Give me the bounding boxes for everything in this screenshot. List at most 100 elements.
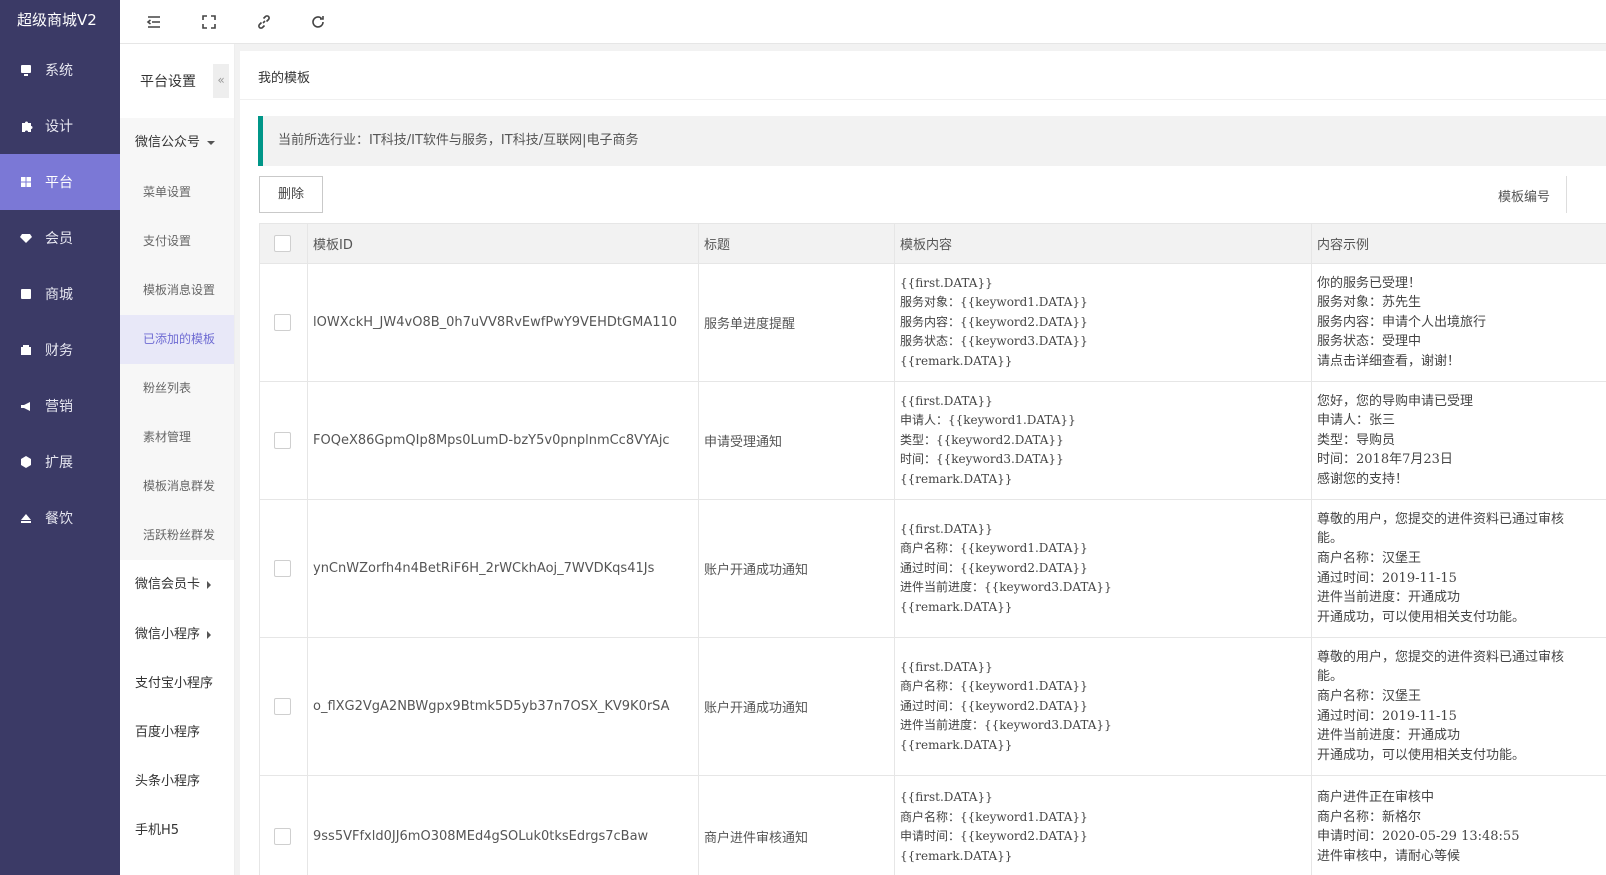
template-id-cell: FOQeX86GpmQIp8Mps0LumD-bzY5v0pnplnmCc8VY… [307, 381, 699, 500]
column-header: 模板ID [307, 223, 699, 264]
template-id-cell: ynCnWZorfh4n4BetRiF6H_2rWCkhAoj_7WVDKqs4… [307, 499, 699, 638]
template-example-cell-text: 尊敬的用户，您提交的进件资料已通过审核 能。 商户名称：汉堡王 通过时间：201… [1317, 649, 1565, 763]
row-checkbox[interactable] [274, 698, 291, 715]
sub-item-1[interactable]: 支付设置 [120, 217, 234, 266]
template-title-cell-text: 申请受理通知 [704, 435, 783, 450]
template-table: 模板ID 标题 模板内容 内容示例 lOWXckH_JW4vO8B_0h7uVV… [259, 223, 1606, 875]
template-title-cell-text: 服务单进度提醒 [704, 317, 796, 332]
template-id-cell-text: 9ss5VFfxld0JJ6mO308MEd4gSOLuk0tksEdrgs7c… [313, 829, 649, 844]
collapse-sub-sidebar-button[interactable]: « [213, 64, 229, 98]
caret-right-icon [207, 580, 212, 589]
table-row: ynCnWZorfh4n4BetRiF6H_2rWCkhAoj_7WVDKqs4… [259, 499, 1606, 638]
sub-item-3[interactable]: 已添加的模板 [120, 315, 234, 364]
template-id-cell-text: FOQeX86GpmQIp8Mps0LumD-bzY5v0pnplnmCc8VY… [313, 433, 670, 448]
nav-item-2[interactable]: 平台 [0, 154, 120, 210]
table-row: 9ss5VFfxld0JJ6mO308MEd4gSOLuk0tksEdrgs7c… [259, 775, 1606, 875]
template-example-cell-text: 商户进件正在审核中 商户名称：新格尔 申请时间：2020-05-29 13:48… [1317, 790, 1520, 864]
sub-group-label: 微信会员卡 [135, 577, 201, 592]
template-content-cell: {{first.DATA}} 商户名称：{{keyword1.DATA}} 通过… [894, 499, 1312, 638]
diamond-icon [19, 231, 33, 245]
template-example-cell: 尊敬的用户，您提交的进件资料已通过审核 能。 商户名称：汉堡王 通过时间：201… [1311, 637, 1606, 776]
nav-item-8[interactable]: 餐饮 [0, 490, 120, 546]
menu-collapse-icon[interactable] [143, 11, 165, 33]
table-row: FOQeX86GpmQIp8Mps0LumD-bzY5v0pnplnmCc8VY… [259, 381, 1606, 500]
sub-group-mini[interactable]: 微信小程序 [120, 610, 234, 659]
sub-item-7[interactable]: 活跃粉丝群发 [120, 511, 234, 560]
nav-item-label: 系统 [45, 63, 73, 79]
table-header-row: 模板ID 标题 模板内容 内容示例 [259, 223, 1606, 264]
row-select-cell [259, 263, 308, 382]
template-title-cell: 申请受理通知 [698, 381, 895, 500]
template-example-cell-text: 您好，您的导购申请已受理 申请人：张三 类型：导购员 时间：2018年7月23日… [1317, 393, 1474, 487]
fullscreen-icon[interactable] [198, 11, 220, 33]
mail-icon [19, 287, 33, 301]
nav-item-3[interactable]: 会员 [0, 210, 120, 266]
nav-item-label: 平台 [45, 175, 73, 191]
nav-item-0[interactable]: 系统 [0, 42, 120, 98]
sub-platform-3[interactable]: 手机H5 [120, 806, 234, 855]
template-content-cell: {{first.DATA}} 商户名称：{{keyword1.DATA}} 申请… [894, 775, 1312, 875]
nav-item-7[interactable]: 扩展 [0, 434, 120, 490]
sub-platform-1[interactable]: 百度小程序 [120, 708, 234, 757]
delete-button[interactable]: 删除 [259, 176, 323, 213]
nav-item-4[interactable]: 商城 [0, 266, 120, 322]
sub-item-0[interactable]: 菜单设置 [120, 168, 234, 217]
template-content-cell: {{first.DATA}} 商户名称：{{keyword1.DATA}} 通过… [894, 637, 1312, 776]
sub-item-2[interactable]: 模板消息设置 [120, 266, 234, 315]
nav-item-label: 财务 [45, 343, 73, 359]
template-example-cell: 商户进件正在审核中 商户名称：新格尔 申请时间：2020-05-29 13:48… [1311, 775, 1606, 875]
sub-group-wechat[interactable]: 微信公众号 [120, 118, 234, 168]
industry-notice: 当前所选行业：IT科技/IT软件与服务，IT科技/互联网|电子商务 [258, 116, 1606, 166]
template-example-cell-text: 尊敬的用户，您提交的进件资料已通过审核 能。 商户名称：汉堡王 通过时间：201… [1317, 511, 1565, 625]
template-example-cell: 您好，您的导购申请已受理 申请人：张三 类型：导购员 时间：2018年7月23日… [1311, 381, 1606, 500]
nav-item-6[interactable]: 营销 [0, 378, 120, 434]
sub-item-5[interactable]: 素材管理 [120, 413, 234, 462]
template-title-cell: 账户开通成功通知 [698, 499, 895, 638]
sub-item-6[interactable]: 模板消息群发 [120, 462, 234, 511]
wallet-icon [19, 343, 33, 357]
refresh-icon[interactable] [307, 11, 329, 33]
row-checkbox[interactable] [274, 828, 291, 845]
row-select-cell [259, 637, 308, 776]
template-content-cell-text: {{first.DATA}} 申请人：{{keyword1.DATA}} 类型：… [900, 393, 1076, 486]
template-example-cell-text: 你的服务已受理！ 服务对象：苏先生 服务内容：申请个人出境旅行 服务状态：受理中… [1317, 275, 1487, 369]
template-content-cell-text: {{first.DATA}} 商户名称：{{keyword1.DATA}} 通过… [900, 659, 1112, 752]
caret-down-icon [207, 140, 216, 145]
template-id-cell-text: o_flXG2VgA2NBWgpx9Btmk5D5yb37n7OSX_KV9K0… [313, 699, 670, 714]
row-select-cell [259, 381, 308, 500]
sub-platform-0[interactable]: 支付宝小程序 [120, 659, 234, 708]
table-row: o_flXG2VgA2NBWgpx9Btmk5D5yb37n7OSX_KV9K0… [259, 637, 1606, 776]
nav-item-1[interactable]: 设计 [0, 98, 120, 154]
sub-item-4[interactable]: 粉丝列表 [120, 364, 234, 413]
wechat-submenu: 菜单设置 支付设置 模板消息设置 已添加的模板 粉丝列表 素材管理 模板消息群发 活跃粉丝群发 [120, 168, 234, 560]
template-id-cell: lOWXckH_JW4vO8B_0h7uVV8RvEwfPwY9VEHDtGMA… [307, 263, 699, 382]
column-header: 内容示例 [1311, 223, 1606, 264]
template-number-input[interactable] [1566, 176, 1606, 213]
sub-group-card[interactable]: 微信会员卡 [120, 560, 234, 610]
template-content-cell-text: {{first.DATA}} 服务对象：{{keyword1.DATA}} 服务… [900, 275, 1088, 368]
template-example-cell: 你的服务已受理！ 服务对象：苏先生 服务内容：申请个人出境旅行 服务状态：受理中… [1311, 263, 1606, 382]
table-body: lOWXckH_JW4vO8B_0h7uVV8RvEwfPwY9VEHDtGMA… [259, 263, 1606, 875]
main-sidebar: 超级商城V2 系统 设计 平台 会员 商城 财务 营销 扩展 餐饮 [0, 0, 120, 875]
template-content-cell: {{first.DATA}} 申请人：{{keyword1.DATA}} 类型：… [894, 381, 1312, 500]
template-example-cell: 尊敬的用户，您提交的进件资料已通过审核 能。 商户名称：汉堡王 通过时间：201… [1311, 499, 1606, 638]
other-platforms: 支付宝小程序 百度小程序 头条小程序 手机H5 [120, 659, 234, 855]
template-title-cell: 账户开通成功通知 [698, 637, 895, 776]
sub-platform-2[interactable]: 头条小程序 [120, 757, 234, 806]
top-bar [120, 0, 1606, 44]
nav-item-5[interactable]: 财务 [0, 322, 120, 378]
row-checkbox[interactable] [274, 432, 291, 449]
row-select-cell [259, 499, 308, 638]
row-checkbox[interactable] [274, 314, 291, 331]
row-select-cell [259, 775, 308, 875]
template-id-cell-text: lOWXckH_JW4vO8B_0h7uVV8RvEwfPwY9VEHDtGMA… [313, 315, 678, 330]
select-all-checkbox[interactable] [274, 235, 291, 252]
grid-icon [19, 175, 33, 189]
nav-item-label: 设计 [45, 119, 73, 135]
row-checkbox[interactable] [274, 560, 291, 577]
link-icon[interactable] [253, 11, 275, 33]
template-id-cell-text: ynCnWZorfh4n4BetRiF6H_2rWCkhAoj_7WVDKqs4… [313, 561, 655, 576]
nav-item-label: 商城 [45, 287, 73, 303]
table-row: lOWXckH_JW4vO8B_0h7uVV8RvEwfPwY9VEHDtGMA… [259, 263, 1606, 382]
template-content-cell-text: {{first.DATA}} 商户名称：{{keyword1.DATA}} 申请… [900, 790, 1088, 863]
